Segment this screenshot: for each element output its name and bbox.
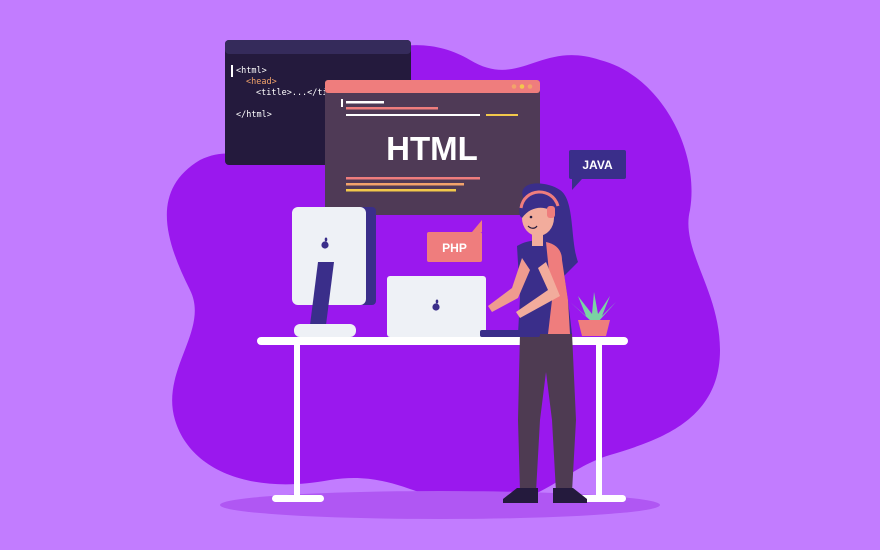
monitor-base [294,324,356,337]
code-line-html-open: <html> [236,66,267,76]
illustration-scene: <html> <head> <title>...</title> </html>… [0,0,880,550]
java-bubble-label: JAVA [582,158,613,172]
html-window-line [346,107,438,110]
window-control-dots-icon [511,84,533,89]
headphones-cup [547,206,555,218]
html-window-line [346,114,480,116]
html-window-line [346,101,384,104]
eye [529,215,533,219]
html-window-line [486,114,518,116]
html-window: HTML [325,80,540,215]
html-window-title: HTML [386,130,478,167]
html-window-line [346,183,464,186]
laptop-base [480,330,540,337]
php-bubble-label: PHP [442,241,467,255]
html-window-cursor [341,99,343,107]
illustration-canvas: <html> <head> <title>...</title> </html>… [166,40,720,519]
code-line-head: <head> [246,77,277,87]
shoe-right [553,488,587,503]
code-window-titlebar [225,40,411,54]
desk-leg-left [294,345,300,497]
html-window-titlebar [325,80,540,93]
html-window-line [346,189,456,192]
html-window-line [346,177,480,180]
desk-leg-right [596,345,602,497]
code-line-html-close: </html> [236,110,272,120]
plant-pot [578,320,610,336]
code-cursor [231,65,233,77]
desk-foot-left [272,495,324,502]
